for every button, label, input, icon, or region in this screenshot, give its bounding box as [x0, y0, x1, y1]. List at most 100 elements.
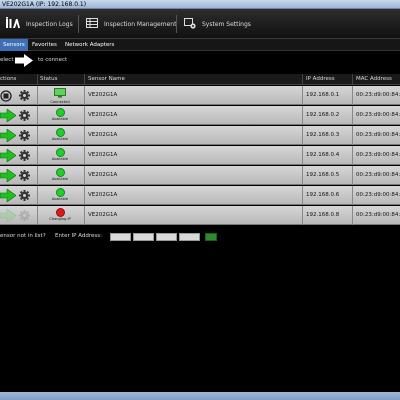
- gear-icon[interactable]: [19, 130, 30, 143]
- connect-arrow-icon[interactable]: [0, 108, 17, 124]
- col-divider: [84, 106, 85, 125]
- status-dot: [55, 128, 65, 137]
- status-indicator: Available: [40, 187, 80, 204]
- menu-system-settings-label: System Settings: [202, 20, 251, 28]
- status-text: Available: [51, 117, 69, 121]
- sensor-name: VE202G1A: [88, 92, 118, 98]
- connect-arrow-icon[interactable]: [0, 188, 17, 204]
- table-row[interactable]: Available VE202G1A 192.168.0.3 00:23:d9:…: [0, 126, 400, 145]
- gear-icon[interactable]: [19, 170, 30, 183]
- tab-favorites[interactable]: Favorites: [29, 39, 60, 51]
- mac-address: 00:23:d9:00:84:...: [356, 192, 400, 198]
- col-divider: [37, 146, 38, 165]
- hint-select-text: elect: [0, 57, 14, 63]
- tab-network-adapters[interactable]: Network Adapters: [62, 39, 117, 51]
- col-mac-address[interactable]: MAC Address: [356, 74, 392, 85]
- hint-connect-text: to connect: [38, 57, 68, 63]
- menu-system-settings[interactable]: System Settings: [184, 16, 251, 32]
- table-row[interactable]: Changing IP VE202G1A 192.168.0.8 00:23:d…: [0, 206, 400, 225]
- status-text: Changing IP: [49, 217, 71, 221]
- col-divider: [37, 106, 38, 125]
- status-dot: [55, 148, 65, 157]
- mac-address: 00:23:d9:00:84:...: [356, 172, 400, 178]
- sensor-name: VE202G1A: [88, 212, 118, 218]
- col-divider: [84, 126, 85, 145]
- col-divider: [302, 146, 303, 165]
- menu-inspection-management[interactable]: Inspection Management: [86, 16, 176, 32]
- gear-icon[interactable]: [19, 190, 30, 203]
- menu-inspection-logs[interactable]: Inspection Logs: [6, 16, 73, 32]
- mac-address: 00:23:d9:00:84:...: [356, 212, 400, 218]
- connect-arrow-icon: [0, 208, 17, 224]
- col-divider: [302, 86, 303, 105]
- col-divider: [302, 206, 303, 225]
- col-divider: [84, 74, 85, 85]
- ip-octet-1-input[interactable]: [110, 233, 131, 241]
- ip-octet-3-input[interactable]: [156, 233, 177, 241]
- tab-strip: Sensors Favorites Network Adapters: [0, 39, 400, 51]
- col-divider: [37, 74, 38, 85]
- status-indicator: Available: [40, 107, 80, 124]
- sensor-name: VE202G1A: [88, 152, 118, 158]
- table-row[interactable]: Available VE202G1A 192.168.0.6 00:23:d9:…: [0, 186, 400, 205]
- col-divider: [352, 106, 353, 125]
- col-divider: [84, 166, 85, 185]
- status-text: Available: [51, 137, 69, 141]
- status-text: Available: [51, 197, 69, 201]
- status-indicator: Changing IP: [40, 207, 80, 224]
- col-ip-address[interactable]: IP Address: [306, 74, 335, 85]
- ip-octet-4-input[interactable]: [179, 233, 200, 241]
- tab-favorites-label: Favorites: [32, 42, 57, 48]
- col-divider: [352, 166, 353, 185]
- col-divider: [352, 206, 353, 225]
- col-divider: [84, 86, 85, 105]
- gear-icon[interactable]: [19, 90, 30, 103]
- mac-address: 00:23:d9:00:84:...: [356, 152, 400, 158]
- connect-arrow-icon[interactable]: [0, 128, 17, 144]
- manual-ip-entry: ensor not in list? Enter IP Address:: [0, 229, 400, 245]
- status-dot: [55, 208, 65, 217]
- col-status[interactable]: Status: [40, 74, 58, 85]
- ip-address: 192.168.0.2: [306, 112, 340, 118]
- col-actions[interactable]: ctions: [0, 74, 16, 85]
- status-dot: [55, 168, 65, 177]
- logo-icon: [6, 17, 20, 31]
- gear-icon: [19, 210, 30, 223]
- mac-address: 00:23:d9:00:84:...: [356, 132, 400, 138]
- col-divider: [84, 146, 85, 165]
- sensor-name: VE202G1A: [88, 192, 118, 198]
- disconnect-icon[interactable]: [0, 90, 12, 104]
- table-row[interactable]: Available VE202G1A 192.168.0.4 00:23:d9:…: [0, 146, 400, 165]
- ip-address-label: Enter IP Address:: [55, 233, 102, 239]
- table-row[interactable]: Available VE202G1A 192.168.0.2 00:23:d9:…: [0, 106, 400, 125]
- empty-content-area: [0, 245, 400, 392]
- col-divider: [37, 186, 38, 205]
- table-row[interactable]: Available VE202G1A 192.168.0.5 00:23:d9:…: [0, 166, 400, 185]
- ip-address: 192.168.0.6: [306, 192, 340, 198]
- connect-arrow-icon[interactable]: [0, 168, 17, 184]
- col-divider: [352, 146, 353, 165]
- col-divider: [352, 186, 353, 205]
- col-divider: [352, 126, 353, 145]
- gear-icon[interactable]: [19, 150, 30, 163]
- grid-icon: [86, 18, 98, 30]
- ip-octet-2-input[interactable]: [133, 233, 154, 241]
- col-sensor-name[interactable]: Sensor Name: [88, 74, 125, 85]
- col-divider: [302, 74, 303, 85]
- status-indicator: Connected: [40, 87, 80, 104]
- col-divider: [302, 166, 303, 185]
- mac-address: 00:23:d9:00:84:...: [356, 112, 400, 118]
- window-titlebar[interactable]: VE202G1A (IP: 192.168.0.1): [0, 0, 400, 9]
- table-row[interactable]: Connected VE202G1A 192.168.0.1 00:23:d9:…: [0, 86, 400, 105]
- tab-sensors[interactable]: Sensors: [0, 39, 28, 51]
- status-indicator: Available: [40, 127, 80, 144]
- menu-divider: [176, 15, 177, 33]
- gear-icon[interactable]: [19, 110, 30, 123]
- col-divider: [302, 126, 303, 145]
- menu-divider: [78, 15, 79, 33]
- connect-ip-button[interactable]: [205, 233, 217, 241]
- settings-icon: [184, 17, 196, 31]
- ip-address: 192.168.0.3: [306, 132, 340, 138]
- connect-arrow-icon[interactable]: [0, 148, 17, 164]
- col-divider: [37, 126, 38, 145]
